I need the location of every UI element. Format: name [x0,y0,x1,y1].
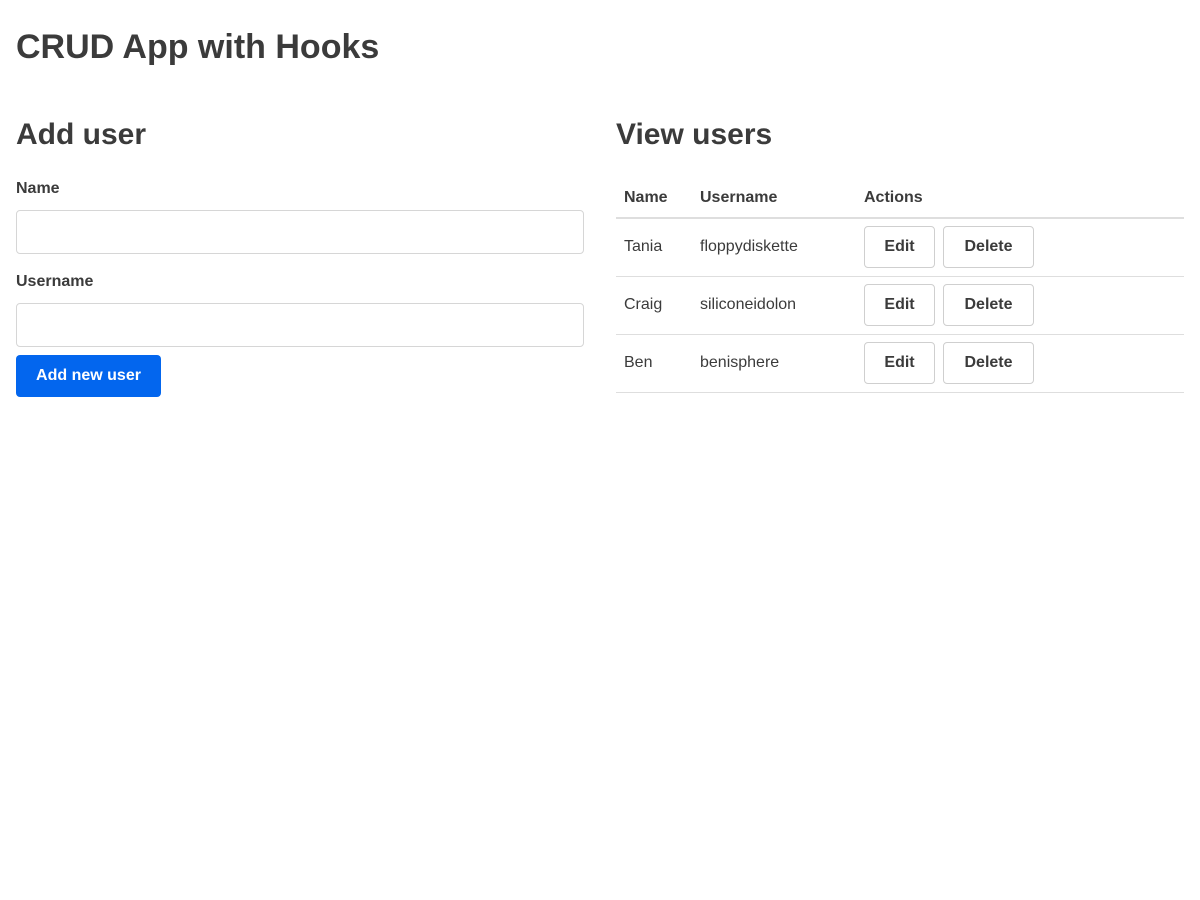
app-title: CRUD App with Hooks [16,28,380,66]
view-users-section: View users Name Username Actions Tania f… [616,114,1184,393]
table-row: Ben benisphere Edit Delete [616,334,1184,393]
delete-button[interactable]: Delete [943,226,1034,269]
delete-button[interactable]: Delete [943,342,1034,384]
add-user-section: Add user Name Username Add new user [16,114,584,397]
name-label: Name [16,180,60,197]
name-input[interactable] [16,210,584,254]
add-new-user-button[interactable]: Add new user [16,355,161,397]
view-users-heading: View users [616,118,773,151]
delete-button[interactable]: Delete [943,284,1034,326]
add-user-heading: Add user [16,118,147,151]
user-username-cell: benisphere [692,334,856,393]
table-header-row: Name Username Actions [616,178,1184,219]
page: CRUD App with Hooks Add user Name Userna… [0,0,1200,900]
user-username-cell: floppydiskette [692,218,856,277]
username-label: Username [16,273,94,290]
user-name-cell: Tania [616,218,692,277]
edit-button[interactable]: Edit [864,342,935,384]
user-actions-cell: Edit Delete [856,334,1184,393]
user-name-cell: Craig [616,276,692,335]
edit-button[interactable]: Edit [864,284,935,326]
column-header-name: Name [616,178,692,219]
table-row: Tania floppydiskette Edit Delete [616,218,1184,277]
user-actions-cell: Edit Delete [856,218,1184,277]
edit-button[interactable]: Edit [864,226,935,269]
column-header-username: Username [692,178,856,219]
user-actions-cell: Edit Delete [856,276,1184,335]
user-username-cell: siliconeidolon [692,276,856,335]
user-name-cell: Ben [616,334,692,393]
column-header-actions: Actions [856,178,1184,219]
users-table: Name Username Actions Tania floppydisket… [616,178,1184,393]
table-row: Craig siliconeidolon Edit Delete [616,276,1184,335]
username-input[interactable] [16,303,584,347]
